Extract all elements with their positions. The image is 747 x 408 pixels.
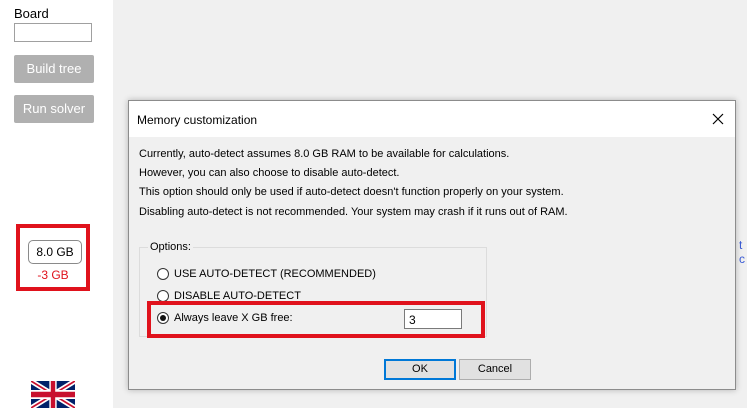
ram-value-button[interactable]: 8.0 GB	[28, 240, 82, 264]
ram-free-label: -3 GB	[37, 268, 69, 282]
board-input[interactable]	[14, 23, 92, 42]
radio-button[interactable]	[157, 312, 169, 324]
board-label: Board	[14, 6, 49, 21]
radio-button[interactable]	[157, 268, 169, 280]
left-panel: Board Build tree Run solver 8.0 GB -3 GB	[0, 0, 113, 408]
options-label: Options:	[148, 241, 193, 253]
memory-customization-dialog: Memory customization Currently, auto-det…	[128, 100, 736, 390]
cancel-button[interactable]: Cancel	[459, 359, 531, 380]
run-solver-button[interactable]: Run solver	[14, 95, 94, 123]
uk-flag-icon[interactable]	[31, 381, 75, 408]
ram-highlight-box: 8.0 GB -3 GB	[16, 224, 90, 291]
dialog-title-bar: Memory customization	[129, 101, 735, 137]
right-link-fragment[interactable]: t c	[739, 238, 747, 266]
close-icon	[712, 113, 724, 125]
radio-label: Always leave X GB free:	[174, 312, 293, 324]
build-tree-button[interactable]: Build tree	[14, 55, 94, 83]
dialog-title: Memory customization	[137, 113, 258, 127]
message-line-4: Disabling auto-detect is not recommended…	[139, 206, 568, 218]
close-button[interactable]	[707, 109, 729, 129]
ok-button[interactable]: OK	[384, 359, 456, 380]
message-line-3: This option should only be used if auto-…	[139, 186, 564, 198]
message-line-1: Currently, auto-detect assumes 8.0 GB RA…	[139, 148, 510, 160]
radio-label: USE AUTO-DETECT (RECOMMENDED)	[174, 268, 376, 280]
gb-free-input[interactable]: 3	[404, 309, 462, 329]
message-line-2: However, you can also choose to disable …	[139, 167, 400, 179]
